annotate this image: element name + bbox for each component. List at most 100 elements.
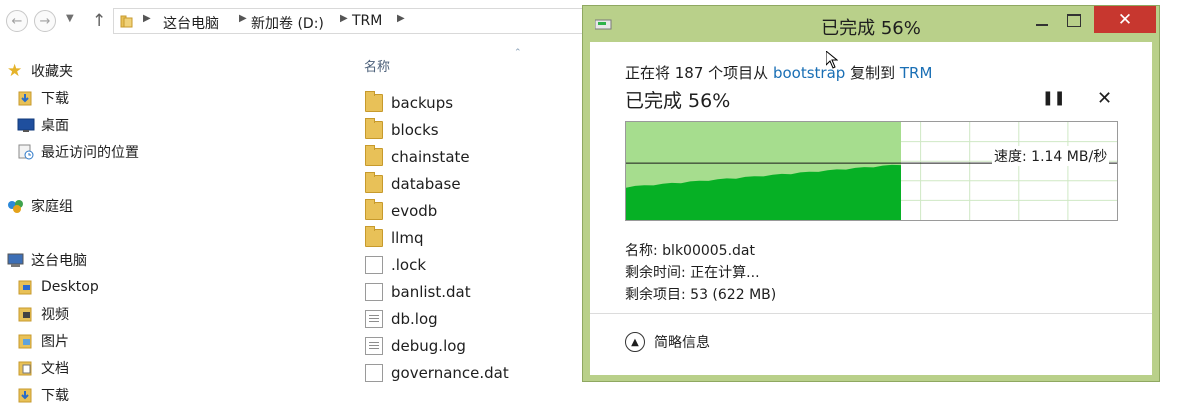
maximize-icon [1067,13,1081,27]
window-close-button[interactable]: ✕ [1094,6,1156,33]
list-item[interactable]: blocks [365,118,439,141]
nav-this-pc[interactable]: 这台电脑 [7,249,87,271]
chevron-right-icon[interactable]: ▶ [340,13,348,24]
folder-icon [365,145,383,166]
close-icon: ✕ [1097,88,1113,109]
list-item[interactable]: db.log [365,308,438,330]
navigation-pane: ★ 收藏夹 下载 桌面 最近访问的位置 家庭组 这台电脑 Desktop 视频 … [0,44,345,404]
file-name: db.log [391,310,438,328]
nav-item-label: 下载 [41,91,69,107]
text-file-icon [365,310,383,328]
column-header-name[interactable]: 名称 [364,56,390,75]
chevron-right-icon[interactable]: ▶ [239,13,247,24]
list-item[interactable]: banlist.dat [365,281,471,303]
file-list: ⌃ 名称 backups blocks chainstate database … [345,44,585,395]
nav-this-pc-videos[interactable]: 视频 [17,303,69,325]
forward-button[interactable]: → [34,10,56,32]
maximize-button[interactable] [1061,8,1087,32]
folder-icon [120,15,133,28]
copy-prefix-text: 正在将 187 个项目从 [625,64,769,82]
breadcrumb-drive-d[interactable]: 新加卷 (D:) [251,13,324,33]
nav-item-label: 文档 [41,361,69,377]
chevron-up-icon: ▲ [625,332,645,352]
file-name: llmq [391,229,424,247]
time-remaining-info: 剩余时间: 正在计算... [625,265,760,281]
downloads-folder-icon [17,387,35,403]
dialog-titlebar[interactable]: 已完成 56% ✕ [583,6,1159,42]
breadcrumb-this-pc[interactable]: 这台电脑 [163,13,219,33]
nav-homegroup[interactable]: 家庭组 [7,195,73,217]
dialog-footer: ▲ 简略信息 [590,313,1152,376]
copy-description: 正在将 187 个项目从 bootstrap 复制到 TRM [625,62,932,83]
list-item[interactable]: chainstate [365,145,470,168]
list-item[interactable]: evodb [365,199,438,222]
folder-icon [365,226,383,247]
documents-folder-icon [17,360,35,376]
nav-item-label: 最近访问的位置 [41,145,139,161]
file-name: governance.dat [391,364,509,382]
list-item[interactable]: backups [365,91,453,114]
file-name: debug.log [391,337,466,355]
desktop-icon [17,117,35,133]
nav-this-pc-downloads[interactable]: 下载 [17,384,69,406]
minimize-icon [1036,24,1048,26]
pause-button[interactable]: ❚❚ [1042,90,1065,106]
nav-item-label: Desktop [41,279,99,295]
breadcrumb-trm[interactable]: TRM [352,13,382,29]
folder-icon [365,91,383,112]
speed-label: 速度: 1.14 MB/秒 [992,146,1110,166]
list-item[interactable]: llmq [365,226,424,249]
folder-icon [365,172,383,193]
copy-mid-text: 复制到 [850,64,896,82]
desktop-folder-icon [17,279,35,295]
copy-progress-dialog: 已完成 56% ✕ 正在将 187 个项目从 bootstrap 复制到 TRM… [582,5,1160,382]
chevron-right-icon[interactable]: ▶ [397,13,405,24]
list-item[interactable]: database [365,172,461,195]
nav-favorites-downloads[interactable]: 下载 [17,87,69,109]
destination-link[interactable]: TRM [900,64,933,82]
cancel-button[interactable]: ✕ [1097,88,1112,109]
recent-locations-dropdown[interactable]: ▼ [66,13,74,24]
folder-icon [365,199,383,220]
nav-this-pc-desktop[interactable]: Desktop [17,276,99,298]
arrow-right-icon: → [39,13,51,29]
chevron-right-icon[interactable]: ▶ [143,13,151,24]
arrow-left-icon: ← [11,13,23,29]
back-button[interactable]: ← [6,10,28,32]
nav-item-label: 视频 [41,307,69,323]
list-item[interactable]: .lock [365,254,426,276]
file-name: chainstate [391,148,470,166]
less-details-label: 简略信息 [654,335,710,351]
nav-item-label: 下载 [41,388,69,404]
homegroup-icon [7,198,25,214]
less-details-button[interactable]: ▲ 简略信息 [625,332,710,352]
downloads-folder-icon [17,90,35,106]
star-icon: ★ [7,61,23,81]
nav-favorites-recent-places[interactable]: 最近访问的位置 [17,141,139,163]
list-item[interactable]: debug.log [365,335,466,357]
file-name: banlist.dat [391,283,471,301]
speed-graph-svg [626,122,1117,220]
nav-item-label: 桌面 [41,118,69,134]
list-item[interactable]: governance.dat [365,362,509,384]
file-name-info: 名称: blk00005.dat [625,243,755,259]
close-icon: ✕ [1117,9,1133,30]
file-name: evodb [391,202,438,220]
speed-graph [625,121,1118,221]
file-name: blocks [391,121,439,139]
minimize-button[interactable] [1029,8,1055,32]
pause-icon: ❚❚ [1042,90,1066,106]
items-remaining-info: 剩余项目: 53 (622 MB) [625,287,777,303]
file-name: database [391,175,461,193]
nav-this-pc-label: 这台电脑 [31,253,87,269]
nav-this-pc-pictures[interactable]: 图片 [17,330,69,352]
pictures-folder-icon [17,333,35,349]
up-button[interactable]: ↑ [92,11,106,31]
nav-this-pc-documents[interactable]: 文档 [17,357,69,379]
folder-icon [365,118,383,139]
address-bar[interactable]: ▶ 这台电脑 ▶ 新加卷 (D:) ▶ TRM ▶ [113,8,588,34]
nav-item-label: 图片 [41,334,69,350]
nav-favorites[interactable]: ★ 收藏夹 [7,60,73,82]
dialog-body: 正在将 187 个项目从 bootstrap 复制到 TRM 已完成 56% ❚… [590,42,1152,375]
nav-favorites-desktop[interactable]: 桌面 [17,114,69,136]
